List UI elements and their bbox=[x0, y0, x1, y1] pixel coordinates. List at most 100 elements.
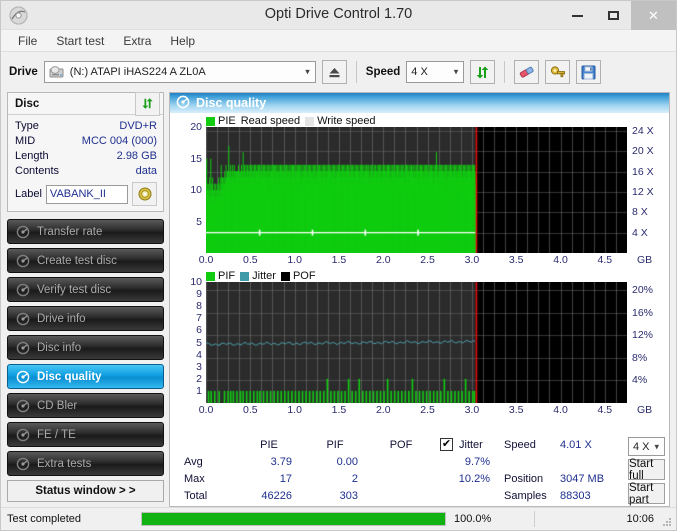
status-window-button[interactable]: Status window > > bbox=[7, 480, 164, 502]
sidebar-item-drive-info[interactable]: Drive info bbox=[7, 306, 164, 331]
eject-button[interactable] bbox=[321, 60, 347, 84]
disc-row-length: Length 2.98 GB bbox=[15, 149, 157, 164]
sidebar-item-label: Disc info bbox=[37, 341, 82, 354]
erase-button[interactable] bbox=[514, 60, 540, 84]
legend-label: Write speed bbox=[317, 115, 376, 127]
disc-label-input[interactable]: VABANK_II bbox=[45, 184, 128, 204]
sidebar-item-verify-test-disc[interactable]: Verify test disc bbox=[7, 277, 164, 302]
axis-tick-label: 1 bbox=[196, 384, 202, 397]
legend-label: PIF bbox=[218, 270, 236, 282]
legend-label: Read speed bbox=[240, 115, 301, 127]
minimize-button[interactable] bbox=[559, 1, 595, 30]
menu-item-start-test[interactable]: Start test bbox=[47, 32, 113, 50]
axis-tick-label: 2.5 bbox=[420, 254, 435, 266]
stats-table: PIE PIF POF ✔ Jitter Avg 3.79 0.00 9.7% … bbox=[174, 436, 500, 504]
start-part-button[interactable]: Start part bbox=[628, 482, 665, 506]
resize-grip-icon[interactable] bbox=[662, 517, 672, 527]
chart-top-x-axis: 0.0 0.5 1.0 1.5 2.0 2.5 3.0 3.5 4.0 4.5 GB bbox=[199, 254, 652, 268]
charts-area: PIE Read speed Write speed 20 15 10 5 24… bbox=[170, 113, 669, 434]
pie-readspeed-chart[interactable]: PIE Read speed Write speed 20 15 10 5 24… bbox=[172, 115, 667, 270]
summary-key: Position bbox=[504, 472, 544, 485]
plot-canvas bbox=[206, 127, 627, 253]
axis-tick-label: 2.5 bbox=[420, 404, 435, 416]
status-message: Test completed bbox=[7, 513, 81, 525]
axis-tick-label: 20 X bbox=[632, 145, 654, 158]
legend-item-pie: PIE bbox=[206, 115, 236, 127]
sidebar-item-disc-quality[interactable]: Disc quality bbox=[7, 364, 164, 389]
disc-row-key: Type bbox=[15, 120, 39, 132]
axis-tick-label: 3.5 bbox=[508, 254, 524, 266]
sidebar-item-fe-te[interactable]: FE / TE bbox=[7, 422, 164, 447]
axis-tick-label: 1.5 bbox=[331, 404, 347, 416]
save-button[interactable] bbox=[576, 60, 602, 84]
summary-row-position: Position 3047 MB bbox=[504, 470, 622, 487]
drive-label: Drive bbox=[9, 66, 38, 78]
legend-item-read-speed: Read speed bbox=[241, 115, 300, 127]
speed-select[interactable]: 4 X ▾ bbox=[406, 61, 465, 83]
chart-bottom-x-axis: 0.0 0.5 1.0 1.5 2.0 2.5 3.0 3.5 4.0 4.5 GB bbox=[199, 404, 652, 418]
menu-item-file[interactable]: File bbox=[9, 32, 46, 50]
stats-cell-pie: 46226 bbox=[261, 489, 292, 502]
axis-unit-label: GB bbox=[637, 404, 653, 416]
sidebar-item-cd-bler[interactable]: CD Bler bbox=[7, 393, 164, 418]
jitter-checkbox[interactable]: ✔ bbox=[440, 438, 453, 451]
settings-button[interactable] bbox=[545, 60, 571, 84]
legend-label: Jitter bbox=[252, 270, 276, 282]
axis-tick-label: 10 bbox=[190, 184, 202, 196]
axis-tick-label: 12% bbox=[632, 329, 654, 342]
disc-rows: Type DVD+R MID MCC 004 (000) Length 2.98… bbox=[8, 115, 163, 211]
stats-col-jitter-cell: ✔ Jitter bbox=[434, 438, 500, 451]
disc-gold-icon bbox=[138, 187, 151, 201]
axis-tick-label: 0.0 bbox=[198, 404, 214, 416]
sidebar-item-label: FE / TE bbox=[37, 428, 76, 441]
menu-item-help[interactable]: Help bbox=[161, 32, 204, 50]
maximize-button[interactable] bbox=[595, 1, 631, 30]
refresh-button[interactable] bbox=[470, 60, 496, 84]
axis-tick-label: 3.0 bbox=[464, 254, 480, 266]
axis-tick-label: 0.5 bbox=[243, 254, 258, 266]
chart-top-y-axis: 20 15 10 5 bbox=[172, 121, 206, 253]
legend-swatch bbox=[305, 116, 315, 126]
stats-row-label: Max bbox=[184, 472, 205, 485]
gauge-icon bbox=[16, 457, 30, 471]
legend-label: POF bbox=[292, 270, 316, 282]
test-summary-values: Speed 4.01 X Position 3047 MB Samples 88… bbox=[504, 436, 622, 504]
maximize-icon bbox=[607, 11, 619, 20]
axis-tick-label: 4.5 bbox=[597, 404, 613, 416]
sidebar-item-transfer-rate[interactable]: Transfer rate bbox=[7, 219, 164, 244]
menu-item-extra[interactable]: Extra bbox=[114, 32, 160, 50]
legend-item-pof: POF bbox=[280, 270, 316, 282]
refresh-icon bbox=[476, 66, 489, 78]
sidebar-item-disc-info[interactable]: Disc info bbox=[7, 335, 164, 360]
axis-tick-label: 8 bbox=[196, 300, 202, 313]
eject-icon bbox=[329, 67, 340, 77]
left-sidebar: Disc Type DVD+R MID MCC 004 (000) Length… bbox=[7, 91, 164, 507]
drive-select[interactable]: (N:) ATAPI iHAS224 A ZL0A ▾ bbox=[43, 61, 316, 83]
summary-key: Samples bbox=[504, 489, 547, 502]
close-button[interactable]: ✕ bbox=[631, 1, 676, 30]
key-icon bbox=[550, 65, 565, 77]
speed-value: 4 X bbox=[411, 66, 428, 78]
axis-tick-label: 10 bbox=[190, 276, 202, 288]
disc-refresh-button[interactable] bbox=[135, 91, 160, 116]
disc-label-button[interactable] bbox=[132, 182, 157, 206]
axis-tick-label: 20 bbox=[190, 121, 202, 133]
stats-header-row: PIE PIF POF ✔ Jitter bbox=[184, 436, 500, 453]
axis-tick-label: 1.0 bbox=[287, 404, 302, 416]
eraser-icon bbox=[520, 66, 534, 78]
start-full-button[interactable]: Start full bbox=[628, 458, 665, 482]
toolbar-separator-1 bbox=[355, 61, 357, 83]
disc-row-key: Length bbox=[15, 150, 49, 162]
sidebar-item-create-test-disc[interactable]: Create test disc bbox=[7, 248, 164, 273]
axis-tick-label: 2 bbox=[196, 372, 202, 385]
floppy-save-icon bbox=[581, 65, 596, 79]
pif-jitter-chart[interactable]: PIF Jitter POF 10 9 8 7 6 5 4 3 2 1 20% … bbox=[172, 270, 667, 420]
stats-cell-pie: 3.79 bbox=[270, 455, 292, 468]
gauge-icon bbox=[16, 399, 30, 413]
sidebar-item-extra-tests[interactable]: Extra tests bbox=[7, 451, 164, 476]
chevron-down-icon: ▾ bbox=[453, 66, 459, 77]
gauge-icon bbox=[16, 341, 30, 355]
disc-panel-header: Disc bbox=[8, 91, 163, 116]
test-speed-select[interactable]: 4 X ▾ bbox=[628, 437, 665, 456]
sidebar-item-label: Disc quality bbox=[37, 370, 102, 383]
